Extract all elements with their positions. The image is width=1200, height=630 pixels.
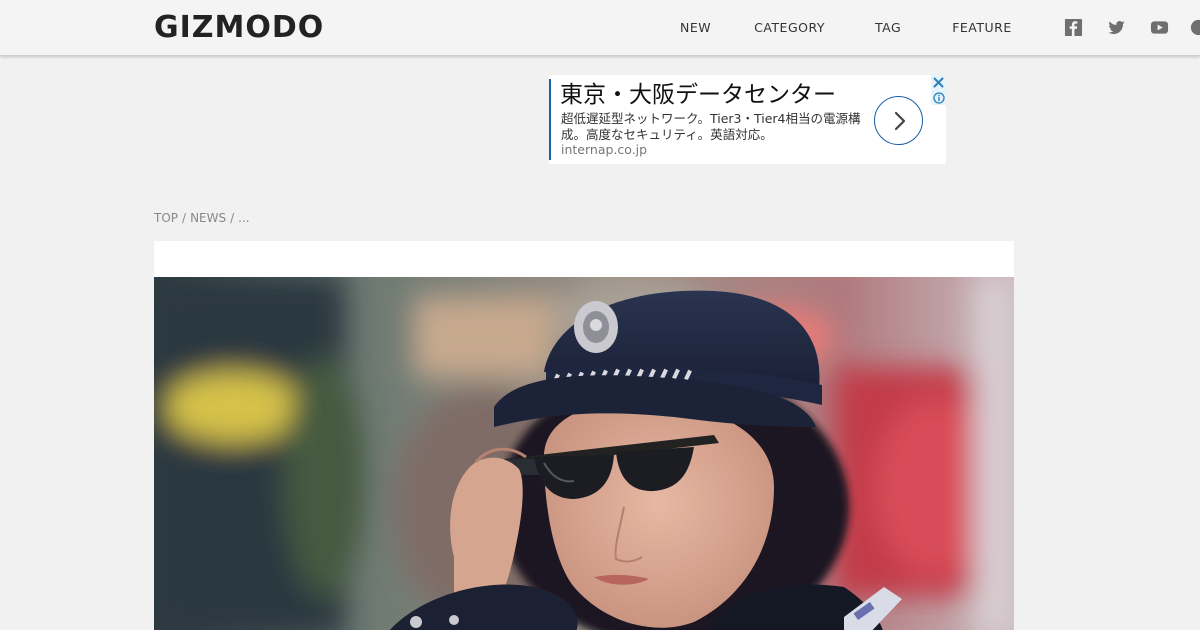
police-officer-photo (154, 277, 1014, 630)
close-icon (933, 77, 944, 88)
info-icon (932, 91, 945, 104)
site-logo[interactable]: GIZMODO (154, 9, 324, 47)
article-card (154, 241, 1014, 630)
ad-accent-bar (549, 79, 551, 160)
breadcrumb-top[interactable]: TOP (154, 210, 178, 226)
breadcrumb-separator: / (182, 211, 187, 225)
ad-url[interactable]: internap.co.jp (561, 142, 647, 158)
twitter-icon[interactable] (1107, 18, 1126, 37)
article-hero-image (154, 277, 1014, 630)
breadcrumb-news[interactable]: NEWS (190, 210, 226, 226)
nav-item-feature[interactable]: FEATURE (952, 18, 1012, 38)
nav-item-new[interactable]: NEW (680, 18, 711, 38)
social-links (1064, 18, 1200, 37)
ad-title[interactable]: 東京・大阪データセンター (560, 79, 836, 111)
breadcrumb-separator: / (230, 211, 235, 225)
nav-item-tag[interactable]: TAG (875, 18, 901, 38)
chevron-right-icon (894, 111, 905, 130)
site-header: GIZMODO NEW CATEGORY TAG FEATURE (0, 0, 1200, 56)
ad-info-button[interactable] (931, 90, 946, 105)
more-icon[interactable] (1189, 18, 1200, 37)
youtube-icon[interactable] (1150, 18, 1169, 37)
ad-description: 超低遅延型ネットワーク。Tier3・Tier4相当の電源構成。高度なセキュリティ… (561, 111, 861, 142)
nav-item-category[interactable]: CATEGORY (754, 18, 825, 38)
facebook-icon[interactable] (1064, 18, 1083, 37)
ad-close-button[interactable] (931, 75, 946, 90)
breadcrumb: TOP / NEWS / ... (154, 210, 250, 226)
main-nav: NEW CATEGORY TAG FEATURE (680, 18, 1012, 38)
ad-banner[interactable]: 東京・大阪データセンター 超低遅延型ネットワーク。Tier3・Tier4相当の電… (549, 75, 946, 164)
ad-arrow-button[interactable] (874, 96, 923, 145)
breadcrumb-current: ... (238, 211, 250, 225)
